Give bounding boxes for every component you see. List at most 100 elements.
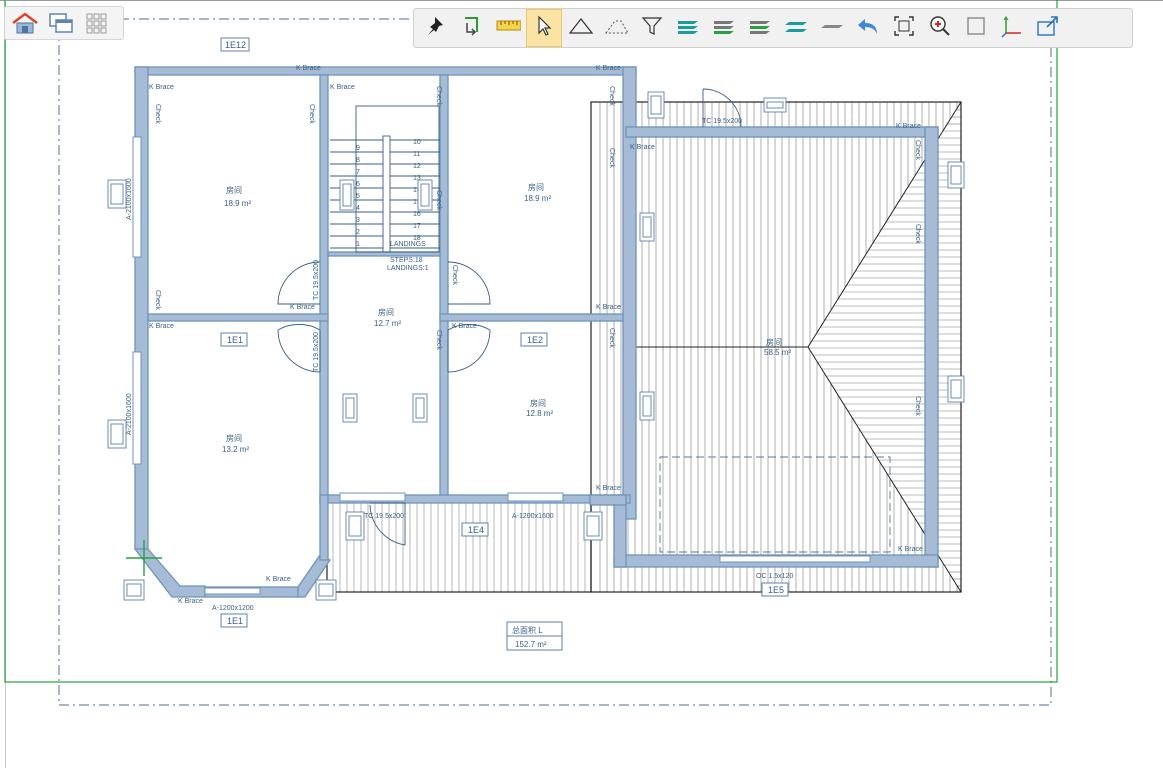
label-door-top: TC 19.5x200 <box>702 118 742 125</box>
room-name-center: 房间 <box>378 307 394 317</box>
view-switcher <box>4 6 124 40</box>
stair-step-number: 10 <box>413 139 421 146</box>
room-name-br: 房间 <box>530 398 546 408</box>
label-check-9: Check <box>608 328 615 348</box>
stair-step-number: 9 <box>356 145 360 152</box>
label-kbrace-mid-right: K Brace <box>452 323 477 330</box>
window-marker <box>342 393 358 423</box>
stair-label-3: LANDINGS:1 <box>387 265 429 272</box>
window-marker <box>639 212 655 242</box>
label-check-3: Check <box>308 104 315 124</box>
stair-step-number: 12 <box>413 163 421 170</box>
undo-arrow-button[interactable] <box>850 9 886 47</box>
stair-step-number: 1 <box>356 241 360 248</box>
label-side-opening-2: TC 19.5x200 <box>313 332 320 372</box>
label-window-left-upper: A-2100x1600 <box>126 178 133 220</box>
house-3d-icon[interactable] <box>9 9 41 37</box>
dashed-roof-icon <box>603 13 629 44</box>
label-kbrace-tl: K Brace <box>149 84 174 91</box>
rotate-corner-button[interactable] <box>454 9 490 47</box>
triangle-icon <box>567 13 594 44</box>
axes-icon <box>999 13 1025 44</box>
stair-label-2: STEPS:18 <box>390 257 423 264</box>
room-name-tr: 房间 <box>528 182 544 192</box>
room-area-br: 12.8 m² <box>526 409 553 418</box>
rotate-corner-icon <box>459 13 485 44</box>
window-marker <box>763 97 787 113</box>
floor-plan-canvas[interactable]: 123456789101112131415161718 K Brace K Br… <box>0 0 1163 768</box>
layers-teal-button[interactable] <box>670 9 706 47</box>
stair-step-number: 16 <box>413 211 421 218</box>
dashed-roof-button[interactable] <box>598 9 634 47</box>
label-kbrace-mid: K Brace <box>290 304 315 311</box>
tag-bottom-left: 1E1 <box>227 616 243 626</box>
label-kbrace-right: K Brace <box>596 304 621 311</box>
export-box-button[interactable] <box>1030 9 1066 47</box>
parallel-planes-button[interactable] <box>778 9 814 47</box>
tag-room-bottom: 1E4 <box>468 525 484 535</box>
select-arrow-icon <box>531 13 557 44</box>
total-area-label: 总面积 L <box>512 625 543 635</box>
label-check-10: Check <box>435 330 442 350</box>
square-view-icon <box>963 13 989 44</box>
stair-step-number: 7 <box>356 169 360 176</box>
stair-step-number: 8 <box>356 157 360 164</box>
tag-room-tr: 1E2 <box>527 335 543 345</box>
label-kbrace-bottom-right: K Brace <box>596 485 621 492</box>
pin-icon <box>423 13 449 44</box>
zoom-in-icon <box>927 13 953 44</box>
top-toolbar <box>413 8 1133 48</box>
filter-button[interactable] <box>634 9 670 47</box>
axes-button[interactable] <box>994 9 1030 47</box>
layers-gray-green-button[interactable] <box>742 9 778 47</box>
room-area-center: 12.7 m² <box>374 319 401 328</box>
grid-icon[interactable] <box>81 9 113 37</box>
window-marker <box>947 375 965 403</box>
ruler-button[interactable] <box>490 9 526 47</box>
room-area-annex: 58.5 m² <box>764 348 791 357</box>
tag-room-tl: 1E1 <box>227 335 243 345</box>
flat-plane-icon <box>819 13 845 44</box>
label-kbrace-top-right: K Brace <box>596 65 621 72</box>
layers-teal-icon <box>675 13 701 44</box>
window-marker <box>315 579 337 601</box>
room-area-tl: 18.9 m² <box>224 199 251 208</box>
label-check-12: Check <box>914 224 921 244</box>
staircase: 123456789101112131415161718 <box>330 105 440 253</box>
flat-plane-button[interactable] <box>814 9 850 47</box>
stacked-windows-icon[interactable] <box>45 9 77 37</box>
label-check-7: Check <box>608 86 615 106</box>
label-check-8: Check <box>608 148 615 168</box>
label-kbrace-bottom: K Brace <box>266 576 291 583</box>
label-kbrace-annex-br: K Brace <box>898 546 923 553</box>
stair-step-number: 5 <box>356 193 360 200</box>
label-window-bottom-center: A-1200x1600 <box>512 513 554 520</box>
window-marker <box>107 419 127 449</box>
label-check-4: Check <box>435 86 442 106</box>
parallel-planes-icon <box>783 13 809 44</box>
room-name-tl: 房间 <box>226 185 242 195</box>
triangle-button[interactable] <box>562 9 598 47</box>
filter-icon <box>639 13 665 44</box>
window-marker <box>345 511 365 541</box>
stair-step-number: 2 <box>356 229 360 236</box>
label-opening-bottom: OC 1.5x120 <box>756 573 793 580</box>
label-kbrace-top: K Brace <box>296 65 321 72</box>
label-check-11: Check <box>914 140 921 160</box>
zoom-in-button[interactable] <box>922 9 958 47</box>
stair-step-number: 6 <box>356 181 360 188</box>
label-check-2: Check <box>154 290 161 310</box>
window-marker <box>947 161 965 189</box>
total-area-value: 152.7 m² <box>515 640 547 649</box>
pin-button[interactable] <box>418 9 454 47</box>
window-marker <box>647 91 665 119</box>
label-side-opening-1: TC 19.5x200 <box>313 260 320 300</box>
fit-view-button[interactable] <box>886 9 922 47</box>
label-check-13: Check <box>914 396 921 416</box>
select-arrow-button[interactable] <box>526 9 562 47</box>
label-window-left-lower: A-2100x1600 <box>126 393 133 435</box>
layers-green-button[interactable] <box>706 9 742 47</box>
window-marker <box>339 179 355 211</box>
tag-top: 1E12 <box>225 40 246 50</box>
square-view-button[interactable] <box>958 9 994 47</box>
